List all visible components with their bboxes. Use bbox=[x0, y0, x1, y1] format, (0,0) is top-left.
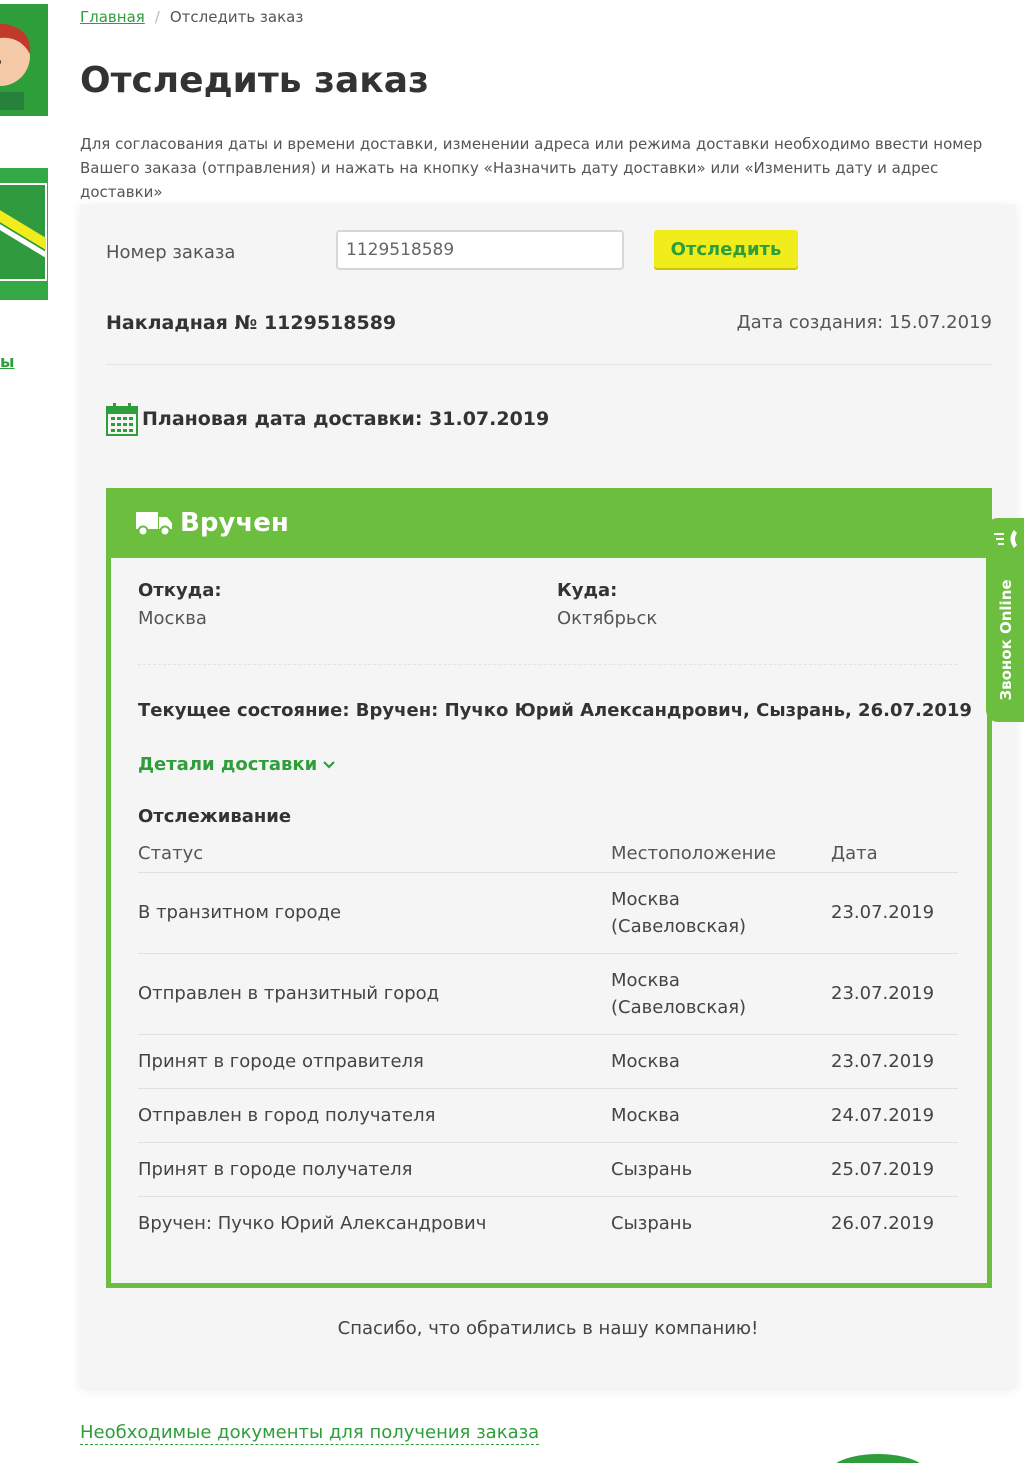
row-location-line: Москва bbox=[611, 888, 680, 910]
tracking-title: Отслеживание bbox=[138, 806, 292, 827]
required-documents-link[interactable]: Необходимые документы для получения зака… bbox=[80, 1422, 540, 1445]
table-row: Отправлен в город получателя Москва 24.0… bbox=[138, 1088, 958, 1143]
breadcrumb-current: Отследить заказ bbox=[169, 8, 304, 26]
table-row: Принят в городе получателя Сызрань 25.07… bbox=[138, 1142, 958, 1197]
chat-widget-button[interactable] bbox=[828, 1454, 928, 1463]
row-date: 23.07.2019 bbox=[831, 953, 958, 1035]
status-box: Вручен Откуда: Москва Куда: Октябрьск Те… bbox=[106, 488, 992, 1288]
status-title: Вручен bbox=[180, 508, 289, 538]
row-date: 23.07.2019 bbox=[831, 872, 958, 954]
row-location: Сызрань bbox=[611, 1142, 831, 1197]
from-label: Откуда: bbox=[138, 580, 222, 601]
tracking-table: Статус Местоположение Дата В транзитном … bbox=[138, 836, 958, 1250]
row-date: 23.07.2019 bbox=[831, 1034, 958, 1089]
call-online-tab[interactable]: Звонок Online bbox=[986, 518, 1024, 722]
delivery-details-label: Детали доставки bbox=[138, 754, 318, 775]
header-date: Дата bbox=[831, 836, 958, 873]
row-location-line: (Савеловская) bbox=[611, 915, 747, 937]
row-status: В транзитном городе bbox=[138, 872, 611, 954]
phone-call-icon bbox=[994, 530, 1017, 548]
header-status: Статус bbox=[138, 836, 611, 873]
track-button[interactable]: Отследить bbox=[654, 230, 798, 268]
breadcrumb-separator: / bbox=[154, 8, 160, 26]
row-status: Отправлен в транзитный город bbox=[138, 953, 611, 1035]
page: ы Главная / Отследить заказ Отследить зака… bbox=[0, 0, 1024, 1463]
invoice-number: Накладная № 1129518589 bbox=[106, 312, 397, 334]
page-title: Отследить заказ bbox=[80, 60, 429, 101]
table-row: Принят в городе отправителя Москва 23.07… bbox=[138, 1034, 958, 1089]
row-location: Сызрань bbox=[611, 1212, 693, 1234]
table-row: Вручен: Пучко Юрий Александрович Сызрань… bbox=[138, 1196, 958, 1250]
sidebar-link-stub[interactable]: ы bbox=[0, 352, 14, 371]
to-value: Октябрьск bbox=[557, 608, 658, 629]
row-location-line: (Савеловская) bbox=[611, 996, 747, 1018]
intro-text: Для согласования даты и времени доставки… bbox=[80, 135, 983, 201]
row-date: 24.07.2019 bbox=[831, 1088, 958, 1143]
row-date: 26.07.2019 bbox=[831, 1212, 935, 1234]
planned-delivery-text: Плановая дата доставки: 31.07.2019 bbox=[142, 408, 550, 430]
header-location: Местоположение bbox=[611, 836, 831, 873]
call-online-label: Звонок Online bbox=[997, 579, 1015, 701]
breadcrumb: Главная / Отследить заказ bbox=[80, 8, 303, 26]
calendar-icon bbox=[106, 403, 138, 436]
breadcrumb-home-link[interactable]: Главная bbox=[80, 8, 145, 26]
divider bbox=[106, 364, 992, 365]
current-status: Текущее состояние: Вручен: Пучко Юрий Ал… bbox=[138, 700, 972, 721]
table-row: Отправлен в транзитный город Москва (Саве… bbox=[138, 953, 958, 1035]
row-location: Москва bbox=[611, 1088, 831, 1143]
table-row: В транзитном городе Москва (Савеловская) … bbox=[138, 872, 958, 954]
row-location: Москва (Савеловская) bbox=[611, 872, 831, 954]
row-status: Принят в городе отправителя bbox=[138, 1034, 611, 1089]
sidebar-banner-top[interactable] bbox=[0, 4, 48, 116]
delivery-details-link[interactable]: Детали доставки bbox=[138, 754, 336, 775]
divider bbox=[138, 664, 957, 665]
row-location: Москва (Савеловская) bbox=[611, 953, 831, 1035]
courier-illustration-icon bbox=[0, 23, 31, 110]
row-status: Вручен: Пучко Юрий Александрович bbox=[138, 1212, 487, 1234]
row-status: Отправлен в город получателя bbox=[138, 1088, 611, 1143]
row-status: Принят в городе получателя bbox=[138, 1142, 611, 1197]
row-location-line: Москва bbox=[611, 969, 680, 991]
package-illustration-icon bbox=[0, 183, 47, 281]
thanks-message: Спасибо, что обратились в нашу компанию! bbox=[337, 1318, 759, 1339]
order-number-label: Номер заказа bbox=[106, 242, 236, 263]
row-date: 25.07.2019 bbox=[831, 1142, 958, 1197]
from-value: Москва bbox=[138, 608, 207, 629]
planned-delivery: Плановая дата доставки: 31.07.2019 bbox=[106, 402, 549, 436]
creation-date: Дата создания: 15.07.2019 bbox=[736, 312, 992, 333]
status-header: Вручен bbox=[106, 488, 992, 558]
sidebar-banner-bottom[interactable] bbox=[0, 168, 48, 300]
table-header-row: Статус Местоположение Дата bbox=[138, 836, 958, 873]
row-location: Москва bbox=[611, 1034, 831, 1089]
chevron-down-icon bbox=[323, 760, 336, 769]
order-number-input[interactable] bbox=[336, 230, 624, 270]
tracking-card: Номер заказа Отследить Накладная № 11295… bbox=[80, 204, 1016, 1388]
truck-icon bbox=[136, 512, 172, 537]
to-label: Куда: bbox=[557, 580, 618, 601]
